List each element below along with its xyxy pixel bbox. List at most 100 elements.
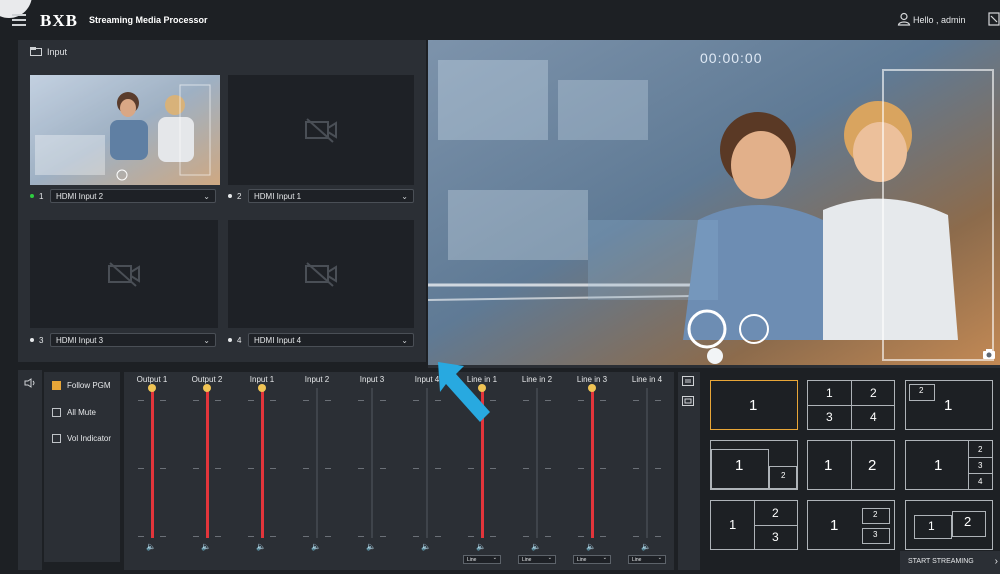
speaker-muted-icon[interactable]: 🔈: [641, 542, 651, 551]
fader-track[interactable]: [426, 388, 428, 538]
speaker-icon[interactable]: 🔈: [201, 542, 211, 551]
fullscreen-icon[interactable]: [988, 12, 1000, 26]
fader-tick: [248, 536, 254, 537]
fader-knob[interactable]: [588, 384, 596, 392]
chevron-down-icon: ⌄: [401, 336, 408, 345]
level-meter: [260, 388, 264, 538]
layout-option-8[interactable]: 1 2 3: [807, 500, 895, 550]
fader-track[interactable]: [536, 388, 538, 538]
input-thumbnail-3[interactable]: [30, 220, 218, 328]
fader-tick: [468, 536, 474, 537]
line-select[interactable]: Line ⌄: [628, 555, 666, 564]
line-select[interactable]: Line ⌄: [463, 555, 501, 564]
layout-label: 1: [934, 457, 943, 474]
input-thumbnail-1[interactable]: [30, 75, 220, 185]
fader-tick: [303, 468, 309, 469]
fader-tick: [358, 536, 364, 537]
input-4-select[interactable]: HDMI Input 4 ⌄: [248, 333, 414, 347]
screen-icon[interactable]: [682, 396, 694, 406]
chevron-down-icon: ⌄: [492, 555, 497, 561]
level-meter: [205, 388, 209, 538]
fader-tick: [193, 400, 199, 401]
input-1-select-value: HDMI Input 2: [56, 192, 104, 201]
brand-logo: BXB: [40, 11, 78, 30]
fader-tick: [138, 468, 144, 469]
all-mute-checkbox[interactable]: [52, 408, 61, 417]
input-2-select-value: HDMI Input 1: [254, 192, 302, 201]
fader-tick: [193, 536, 199, 537]
layout-label: 1: [826, 386, 833, 400]
layout-grid-icon[interactable]: [682, 376, 694, 386]
speaker-icon[interactable]: 🔈: [586, 542, 596, 551]
user-icon[interactable]: [897, 12, 911, 26]
layout-option-4[interactable]: 1 2: [710, 440, 798, 490]
fader-tick: [490, 536, 496, 537]
speaker-icon[interactable]: [24, 378, 36, 388]
fader-track[interactable]: [646, 388, 648, 538]
fader-tick: [545, 468, 551, 469]
program-preview[interactable]: [428, 40, 1000, 368]
layout-label: 1: [735, 457, 744, 474]
layout-option-3[interactable]: 2 1: [905, 380, 993, 430]
layout-label: 1: [830, 517, 839, 534]
fader-tick: [215, 468, 221, 469]
app-title: Streaming Media Processor: [89, 15, 208, 25]
fader-knob[interactable]: [258, 384, 266, 392]
layout-label: 2: [978, 445, 983, 454]
input-2-select[interactable]: HDMI Input 1 ⌄: [248, 189, 414, 203]
channel-label: Line in 2: [521, 375, 553, 384]
fader-tick: [138, 536, 144, 537]
layout-option-7[interactable]: 1 2 3: [710, 500, 798, 550]
chevron-down-icon: ⌄: [547, 555, 552, 561]
fader-track[interactable]: [316, 388, 318, 538]
layout-option-2[interactable]: 1 2 3 4: [807, 380, 895, 430]
speaker-muted-icon[interactable]: 🔈: [311, 542, 321, 551]
layout-label: 1: [928, 519, 935, 533]
fader-knob[interactable]: [203, 384, 211, 392]
vol-indicator-checkbox[interactable]: [52, 434, 61, 443]
follow-pgm-checkbox[interactable]: [52, 381, 61, 390]
menu-icon[interactable]: [12, 14, 26, 26]
speaker-muted-icon[interactable]: 🔈: [366, 542, 376, 551]
input-1-select[interactable]: HDMI Input 2 ⌄: [50, 189, 216, 203]
fader-tick: [490, 468, 496, 469]
fader-tick: [578, 536, 584, 537]
fader-tick: [325, 468, 331, 469]
line-select-value: Line: [467, 557, 477, 563]
fader-tick: [523, 468, 529, 469]
channel-label: Output 2: [191, 375, 223, 384]
speaker-icon[interactable]: 🔈: [146, 542, 156, 551]
line-select[interactable]: Line ⌄: [573, 555, 611, 564]
speaker-muted-icon[interactable]: 🔈: [421, 542, 431, 551]
layout-option-1[interactable]: 1: [710, 380, 798, 430]
audio-options: [44, 372, 120, 562]
fader-knob[interactable]: [148, 384, 156, 392]
input-1-status-dot: [30, 194, 34, 198]
input-4-select-value: HDMI Input 4: [254, 336, 302, 345]
fader-tick: [380, 468, 386, 469]
fader-track[interactable]: [371, 388, 373, 538]
input-3-select[interactable]: HDMI Input 3 ⌄: [50, 333, 216, 347]
speaker-icon[interactable]: 🔈: [256, 542, 266, 551]
line-select[interactable]: Line ⌄: [518, 555, 556, 564]
input-thumbnail-4[interactable]: [228, 220, 414, 328]
fader-tick: [138, 400, 144, 401]
channel-label: Line in 3: [576, 375, 608, 384]
camera-off-icon: [305, 262, 337, 287]
layout-option-5[interactable]: 1 2: [807, 440, 895, 490]
layout-label: 2: [781, 471, 786, 480]
speaker-icon[interactable]: 🔈: [476, 542, 486, 551]
input-thumbnail-2[interactable]: [228, 75, 414, 185]
layout-label: 2: [919, 386, 924, 395]
layout-label: 1: [729, 517, 737, 532]
chevron-down-icon: ⌄: [657, 555, 662, 561]
layout-option-9[interactable]: 1 2: [905, 500, 993, 550]
start-streaming-button[interactable]: START STREAMING ›: [900, 551, 1000, 574]
layout-label: 4: [870, 410, 877, 424]
speaker-muted-icon[interactable]: 🔈: [531, 542, 541, 551]
layout-option-6[interactable]: 1 2 3 4: [905, 440, 993, 490]
fader-tick: [160, 400, 166, 401]
greeting-text: Hello , admin: [913, 15, 966, 25]
camera-icon[interactable]: [982, 348, 996, 360]
fader-tick: [303, 536, 309, 537]
